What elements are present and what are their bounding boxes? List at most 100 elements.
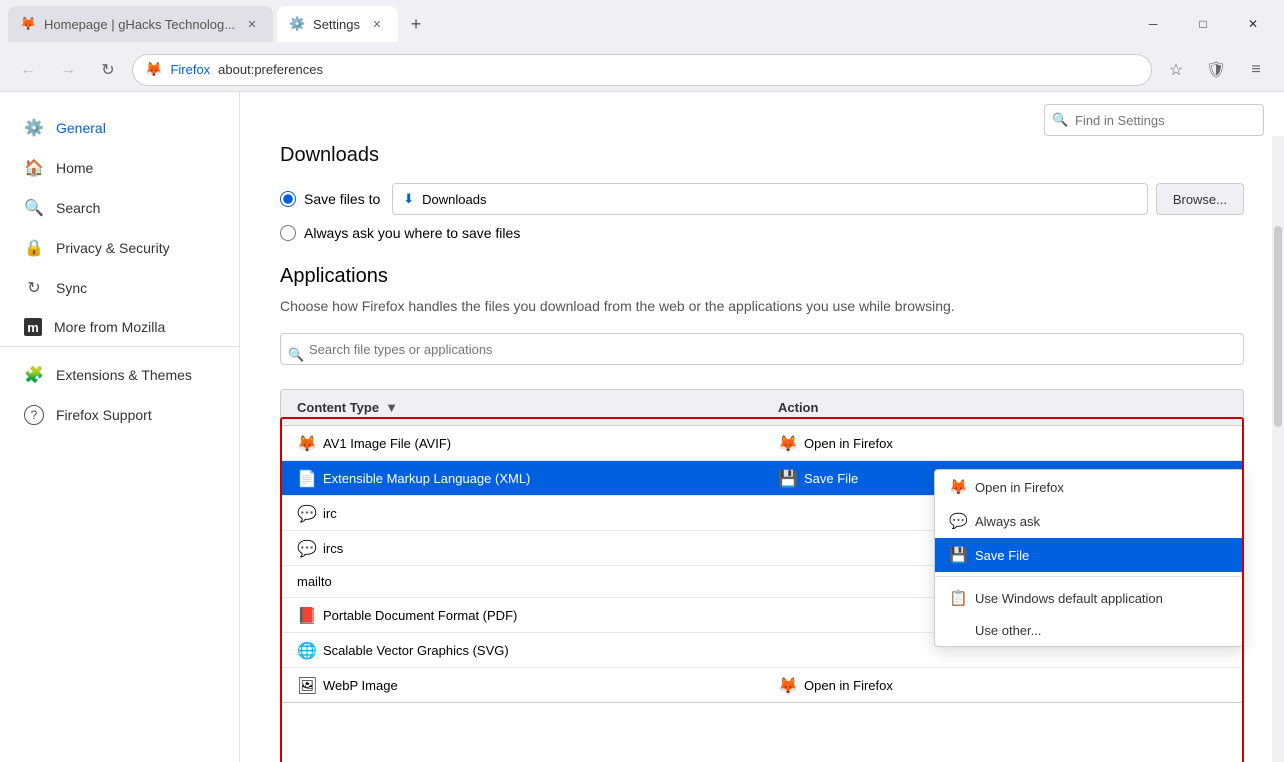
av1-action-cell[interactable]: 🦊 Open in Firefox xyxy=(762,426,1243,460)
xml-file-icon: 📄 xyxy=(297,469,315,487)
dropdown-windows-default[interactable]: 📋 Use Windows default application xyxy=(935,581,1243,615)
sidebar-more-label: More from Mozilla xyxy=(54,319,165,335)
applications-section-title: Applications xyxy=(280,265,1244,288)
applications-description: Choose how Firefox handles the files you… xyxy=(280,296,1244,317)
title-bar: 🦊 Homepage | gHacks Technolog... ✕ ⚙️ Se… xyxy=(0,0,1284,48)
table-row: 🦊 AV1 Image File (AVIF) 🦊 Open in Firefo… xyxy=(281,426,1243,461)
sidebar-general-label: General xyxy=(56,120,106,136)
tab-ghacks[interactable]: 🦊 Homepage | gHacks Technolog... ✕ xyxy=(8,6,273,42)
dropdown-divider xyxy=(935,576,1243,577)
dropdown-use-other[interactable]: Use other... xyxy=(935,615,1243,646)
dropdown-always-ask[interactable]: 💬 Always ask xyxy=(935,504,1243,538)
svg-file-icon: 🌐 xyxy=(297,641,315,659)
find-in-settings-input[interactable] xyxy=(1044,104,1264,136)
save-files-to-label[interactable]: Save files to xyxy=(280,191,380,207)
sidebar-item-sync[interactable]: ↻ Sync xyxy=(8,268,231,308)
sidebar-item-general[interactable]: ⚙️ General xyxy=(8,108,231,148)
save-file-option-icon: 💾 xyxy=(949,546,967,564)
browse-button[interactable]: Browse... xyxy=(1156,183,1244,215)
window-controls: ─ □ ✕ xyxy=(1130,8,1276,40)
action-header: Action xyxy=(762,390,1243,425)
shield-button[interactable]: 🛡 xyxy=(1200,54,1232,86)
reload-button[interactable]: ↻ xyxy=(92,54,124,86)
av1-type-cell: 🦊 AV1 Image File (AVIF) xyxy=(281,426,762,460)
sidebar-item-home[interactable]: 🏠 Home xyxy=(8,148,231,188)
sidebar-item-more[interactable]: m More from Mozilla xyxy=(8,308,231,346)
search-apps-wrapper: 🔍 xyxy=(280,333,1244,377)
svg-type-cell: 🌐 Scalable Vector Graphics (SVG) xyxy=(281,633,762,667)
downloads-section-title: Downloads xyxy=(280,144,1244,167)
scrollbar-thumb[interactable] xyxy=(1274,226,1282,427)
content-wrapper: Content Type ▼ Action 🦊 AV1 Image F xyxy=(280,389,1244,703)
search-apps-input[interactable] xyxy=(280,333,1244,365)
tab-ghacks-title: Homepage | gHacks Technolog... xyxy=(44,17,235,32)
firefox-icon: 🦊 xyxy=(145,61,162,78)
tab-settings-title: Settings xyxy=(313,17,360,32)
search-apps-icon: 🔍 xyxy=(288,347,304,363)
dropdown-open-firefox[interactable]: 🦊 Open in Firefox xyxy=(935,470,1243,504)
action-dropdown-menu: 🦊 Open in Firefox 💬 Always ask 💾 Save Fi… xyxy=(934,469,1244,647)
sort-icon: ▼ xyxy=(385,400,398,415)
table-row-webp: 🖼 WebP Image 🦊 Open in Firefox xyxy=(281,668,1243,702)
tab-settings-close[interactable]: ✕ xyxy=(368,15,386,33)
always-ask-radio[interactable] xyxy=(280,225,296,241)
minimize-button[interactable]: ─ xyxy=(1130,8,1176,40)
tab-settings[interactable]: ⚙️ Settings ✕ xyxy=(277,6,398,42)
bookmark-button[interactable]: ☆ xyxy=(1160,54,1192,86)
address-url: about:preferences xyxy=(218,62,323,77)
save-files-to-radio[interactable] xyxy=(280,191,296,207)
xml-type-cell: 📄 Extensible Markup Language (XML) xyxy=(281,461,762,495)
sidebar-privacy-label: Privacy & Security xyxy=(56,240,170,256)
sidebar-sync-label: Sync xyxy=(56,280,87,296)
mozilla-icon: m xyxy=(24,318,42,336)
mailto-type-cell: mailto xyxy=(281,566,762,597)
always-ask-label[interactable]: Always ask you where to save files xyxy=(304,225,520,241)
sidebar-home-label: Home xyxy=(56,160,93,176)
sync-icon: ↻ xyxy=(24,278,44,298)
tab-ghacks-close[interactable]: ✕ xyxy=(243,15,261,33)
back-button[interactable]: ← xyxy=(12,54,44,86)
sidebar-item-extensions[interactable]: 🧩 Extensions & Themes xyxy=(8,355,231,395)
nav-firefox-label: Firefox xyxy=(170,62,210,77)
support-icon: ? xyxy=(24,405,44,425)
always-ask-row: Always ask you where to save files xyxy=(280,225,1244,241)
av1-file-icon: 🦊 xyxy=(297,434,315,452)
downloads-row: Save files to ⬇ Downloads Browse... xyxy=(280,183,1244,215)
webp-action-icon: 🦊 xyxy=(778,676,796,694)
forward-button[interactable]: → xyxy=(52,54,84,86)
downloads-path-container: ⬇ Downloads Browse... xyxy=(392,183,1244,215)
content-inner: Downloads Save files to ⬇ Downloads Brow… xyxy=(240,136,1284,723)
irc-type-cell: 💬 irc xyxy=(281,496,762,530)
search-icon: 🔍 xyxy=(24,198,44,218)
always-ask-option-icon: 💬 xyxy=(949,512,967,530)
xml-action-icon: 💾 xyxy=(778,469,796,487)
extensions-icon: 🧩 xyxy=(24,365,44,385)
windows-default-option-icon: 📋 xyxy=(949,589,967,607)
find-in-settings-bar: 🔍 xyxy=(240,92,1284,136)
maximize-button[interactable]: □ xyxy=(1180,8,1226,40)
pdf-file-icon: 📕 xyxy=(297,606,315,624)
sidebar-item-search[interactable]: 🔍 Search xyxy=(8,188,231,228)
dropdown-save-file[interactable]: 💾 Save File xyxy=(935,538,1243,572)
sidebar-item-support[interactable]: ? Firefox Support xyxy=(8,395,231,435)
downloads-path: ⬇ Downloads xyxy=(392,183,1148,215)
download-arrow-icon: ⬇ xyxy=(403,191,414,207)
scrollbar-track xyxy=(1272,92,1284,762)
content-area: 🔍 Downloads Save files to ⬇ Downloads xyxy=(240,92,1284,762)
find-input-wrapper: 🔍 xyxy=(1044,104,1264,136)
nav-bar: ← → ↻ 🦊 Firefox about:preferences ☆ 🛡 ≡ xyxy=(0,48,1284,92)
content-type-header: Content Type ▼ xyxy=(281,390,762,425)
sidebar-search-label: Search xyxy=(56,200,100,216)
ircs-type-cell: 💬 ircs xyxy=(281,531,762,565)
address-bar[interactable]: 🦊 Firefox about:preferences xyxy=(132,54,1152,86)
gear-icon: ⚙️ xyxy=(24,118,44,138)
close-button[interactable]: ✕ xyxy=(1230,8,1276,40)
table-header: Content Type ▼ Action xyxy=(281,390,1243,426)
webp-action-cell[interactable]: 🦊 Open in Firefox xyxy=(762,668,1243,702)
new-tab-button[interactable]: + xyxy=(402,10,430,38)
tab-ghacks-icon: 🦊 xyxy=(20,16,36,32)
sidebar-item-privacy[interactable]: 🔒 Privacy & Security xyxy=(8,228,231,268)
irc-file-icon: 💬 xyxy=(297,504,315,522)
home-icon: 🏠 xyxy=(24,158,44,178)
menu-button[interactable]: ≡ xyxy=(1240,54,1272,86)
